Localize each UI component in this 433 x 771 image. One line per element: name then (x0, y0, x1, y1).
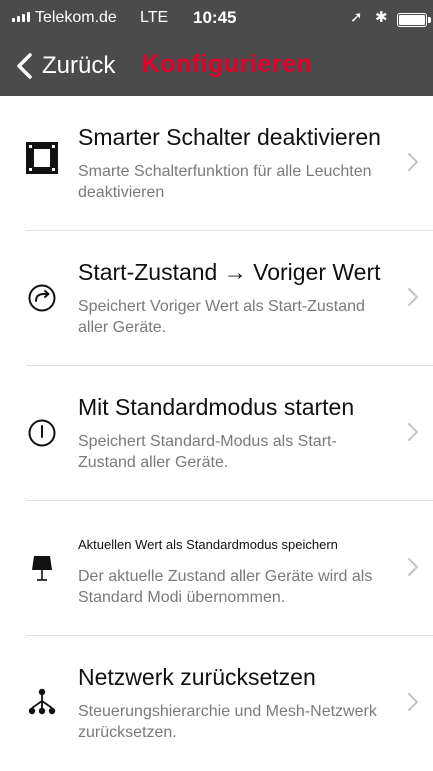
item-title: Smarter Schalter deaktivieren (78, 124, 381, 150)
back-label: Zurück (42, 52, 116, 79)
page-title: Konfigurieren (142, 50, 313, 78)
status-time: 10:45 (193, 8, 237, 27)
chevron-right-icon (408, 288, 418, 306)
chevron-right-icon (408, 423, 418, 441)
lamp-icon (20, 547, 64, 591)
navigation-bar: Telekom.de LTE 10:45 ➚ ✱ Zurück Konfigur… (0, 0, 433, 96)
list-item-save-as-default[interactable]: Aktuellen Wert als Standardmodus speiche… (0, 501, 433, 636)
bluetooth-icon: ✱ (375, 9, 388, 26)
item-title: Mit Standardmodus starten (78, 394, 355, 420)
item-title: Netzwerk zurücksetzen (78, 664, 316, 690)
signal-strength-icon (12, 12, 30, 22)
item-subtitle: Der aktuelle Zustand aller Geräte wird a… (78, 568, 373, 606)
chevron-right-icon (408, 153, 418, 171)
item-subtitle: Speichert Voriger Wert als Start-Zustand… (78, 298, 365, 336)
item-subtitle: Steuerungshierarchie und Mesh-Netzwerk z… (78, 703, 377, 741)
network-tree-icon (20, 680, 64, 724)
item-title: Aktuellen Wert als Standardmodus speiche… (78, 537, 338, 552)
chevron-left-icon (17, 53, 32, 79)
circular-arrow-icon (20, 276, 64, 320)
list-item-reset-network[interactable]: Netzwerk zurücksetzen Steuerungshierarch… (0, 636, 433, 771)
chevron-right-icon (408, 693, 418, 711)
carrier-name: Telekom.de (35, 9, 117, 26)
power-icon (20, 411, 64, 455)
item-subtitle: Speichert Standard-Modus als Start-Zusta… (78, 433, 337, 471)
location-icon: ➚ (350, 9, 363, 26)
item-subtitle: Smarte Schalterfunktion für alle Leuchte… (78, 163, 372, 201)
list-item-start-state-previous[interactable]: Start-Zustand → Voriger Wert Speichert V… (0, 231, 433, 366)
back-button[interactable]: Zurück (14, 46, 115, 86)
chevron-right-icon (408, 558, 418, 576)
list-item-disable-smart-switch[interactable]: Smarter Schalter deaktivieren Smarte Sch… (0, 96, 433, 231)
item-title: Start-Zustand → Voriger Wert (78, 259, 381, 285)
list-item-start-default-mode[interactable]: Mit Standardmodus starten Speichert Stan… (0, 366, 433, 501)
battery-icon (397, 13, 431, 27)
switch-icon (20, 136, 64, 180)
network-type: LTE (140, 9, 169, 26)
status-bar: Telekom.de LTE 10:45 ➚ ✱ (0, 0, 433, 40)
